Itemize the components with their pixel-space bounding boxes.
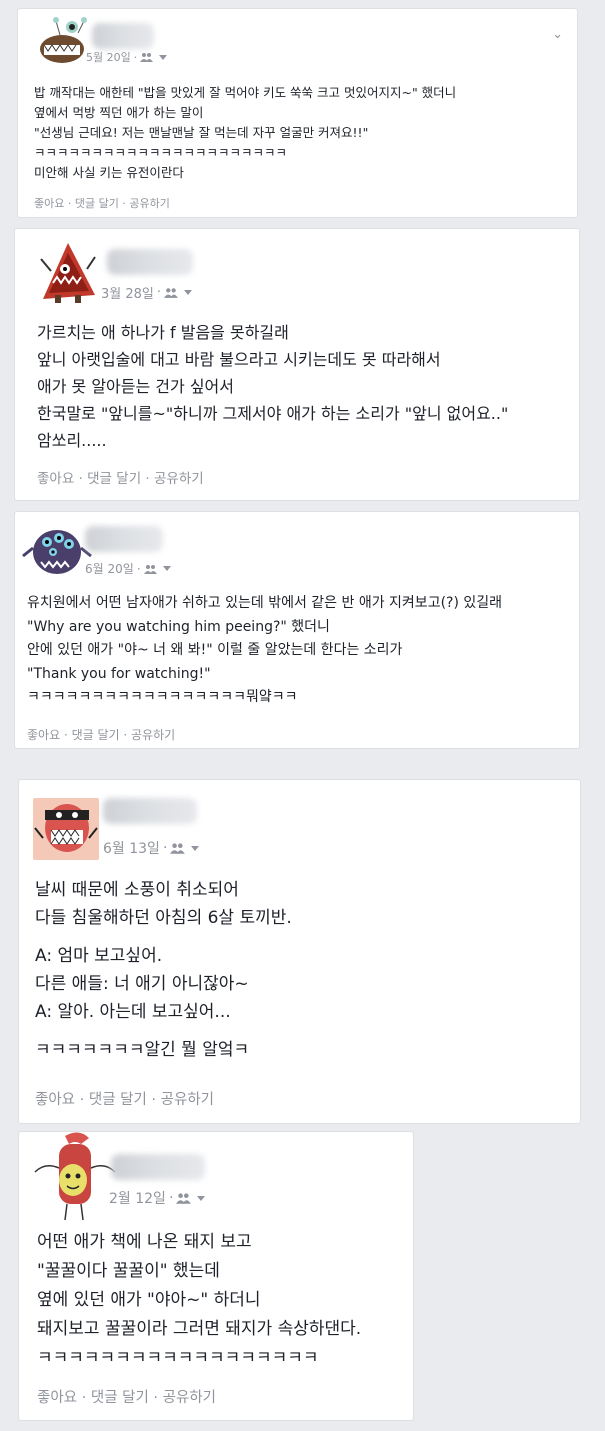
post-text-line: 안에 있던 애가 "야~ 너 왜 봐!" 이럴 줄 알았는데 한다는 소리가	[27, 642, 403, 658]
post-meta: 5월 20일 ·	[86, 49, 168, 65]
author-name[interactable]	[107, 249, 193, 275]
post-text-line: ㅋㅋㅋㅋㅋㅋㅋㅋㅋㅋㅋㅋㅋㅋㅋㅋㅋㅋㅋㅋㅋㅋ	[34, 145, 288, 160]
author-name[interactable]	[103, 798, 197, 824]
like-link[interactable]: 좋아요	[27, 728, 60, 742]
post-text-line: 한국말로 "앞니를~"하니까 그제서야 애가 하는 소리가 "앞니 없어요.."	[37, 404, 509, 423]
post-body: 가르치는 애 하나가 f 발음을 못하길래 앞니 아랫입술에 대고 바람 불으라…	[37, 319, 579, 454]
post-text-line: 어떤 애가 책에 나온 돼지 보고	[37, 1232, 252, 1252]
post-text-line: 옆에서 먹방 찍던 애가 하는 말이	[34, 105, 204, 120]
post-card: ⌄ 5월 20일 · 밥 깨작대는 애한테 "밥을 맛있게 잘 먹어야 키도 쑥…	[17, 8, 578, 218]
comment-link[interactable]: 댓글 달기	[89, 1092, 147, 1108]
post-text-line: 날씨 때문에 소풍이 취소되어	[35, 880, 239, 900]
comment-link[interactable]: 댓글 달기	[72, 728, 120, 742]
post-text-line: "Why are you watching him peeing?" 했더니	[27, 618, 330, 635]
post-text-line: A: 엄마 보고싶어.	[35, 946, 163, 966]
post-actions: 좋아요 · 댓글 달기 · 공유하기	[27, 728, 176, 742]
comment-link[interactable]: 댓글 달기	[75, 197, 119, 210]
post-text-gap	[35, 1026, 580, 1036]
monster-avatar-icon[interactable]	[33, 798, 99, 860]
post-text-line: "Thank you for watching!"	[27, 665, 211, 682]
post-body: 어떤 애가 책에 나온 돼지 보고 "꿀꿀이다 꿀꿀이" 했는데 옆에 있던 애…	[37, 1228, 413, 1373]
share-link[interactable]: 공유하기	[129, 197, 169, 210]
like-link[interactable]: 좋아요	[37, 471, 74, 487]
post-meta: 3월 28일 ·	[101, 283, 193, 302]
friends-icon[interactable]	[170, 842, 186, 854]
post-body: 유치원에서 어떤 남자애가 쉬하고 있는데 밖에서 같은 반 애가 지켜보고(?…	[27, 592, 579, 710]
post-text-line: ㅋㅋㅋㅋㅋㅋㅋㅋㅋㅋㅋㅋㅋㅋㅋㅋㅋ뭐얔ㅋㅋ	[27, 689, 298, 705]
post-meta: 2월 12일 ·	[109, 1188, 206, 1208]
post-body: 밥 깨작대는 애한테 "밥을 맛있게 잘 먹어야 키도 쑥쑥 크고 멋있어지지~…	[34, 83, 577, 183]
post-meta: 6월 13일 ·	[103, 838, 200, 858]
post-text-line: A: 알아. 아는데 보고싶어...	[35, 1002, 231, 1022]
chevron-down-icon[interactable]: ⌄	[552, 27, 563, 42]
share-link[interactable]: 공유하기	[131, 728, 175, 742]
caret-down-icon[interactable]	[191, 845, 200, 851]
post-card: 2월 12일 · 어떤 애가 책에 나온 돼지 보고 "꿀꿀이다 꿀꿀이" 했는…	[18, 1131, 414, 1421]
friends-icon[interactable]	[176, 1192, 192, 1204]
author-name[interactable]	[111, 1154, 205, 1180]
post-date[interactable]: 6월 13일	[103, 838, 160, 858]
post-actions: 좋아요 · 댓글 달기 · 공유하기	[37, 471, 204, 487]
post-meta: 6월 20일 ·	[85, 560, 171, 577]
post-text-line: 돼지보고 꿀꿀이라 그러면 돼지가 속상하댄다.	[37, 1319, 362, 1339]
friends-icon[interactable]	[164, 287, 179, 298]
caret-down-icon[interactable]	[159, 54, 168, 60]
monster-avatar-icon[interactable]	[19, 518, 93, 582]
monster-avatar-icon[interactable]	[35, 239, 101, 305]
post-text-line: ㅋㅋㅋㅋㅋㅋㅋㅋㅋㅋㅋㅋㅋㅋㅋㅋㅋㅋ	[37, 1348, 319, 1368]
post-text-line: 다들 침울해하던 아침의 6살 토끼반.	[35, 908, 292, 928]
like-link[interactable]: 좋아요	[35, 1092, 75, 1108]
share-link[interactable]: 공유하기	[161, 1092, 214, 1108]
post-text-line: 밥 깨작대는 애한테 "밥을 맛있게 잘 먹어야 키도 쑥쑥 크고 멋있어지지~…	[34, 85, 457, 100]
post-date[interactable]: 6월 20일	[85, 560, 134, 577]
share-link[interactable]: 공유하기	[163, 1390, 216, 1406]
caret-down-icon[interactable]	[197, 1195, 206, 1201]
post-text-line: "선생님 근데요! 저는 맨날맨날 잘 먹는데 자꾸 얼굴만 커져요!!"	[34, 125, 369, 140]
post-date[interactable]: 3월 28일	[101, 283, 154, 302]
comment-link[interactable]: 댓글 달기	[87, 471, 141, 487]
caret-down-icon[interactable]	[184, 290, 193, 295]
post-date[interactable]: 2월 12일	[109, 1188, 166, 1208]
monster-avatar-icon[interactable]	[29, 1132, 117, 1228]
share-link[interactable]: 공유하기	[154, 471, 204, 487]
post-date[interactable]: 5월 20일	[86, 49, 131, 65]
post-text-line: 앞니 아랫입술에 대고 바람 불으라고 시키는데도 못 따라해서	[37, 350, 441, 369]
post-text-line: 가르치는 애 하나가 f 발음을 못하길래	[37, 323, 289, 342]
post-actions: 좋아요 · 댓글 달기 · 공유하기	[37, 1390, 217, 1406]
post-text-line: 옆에 있던 애가 "야아~" 하더니	[37, 1290, 261, 1310]
post-text-gap	[35, 932, 580, 942]
author-name[interactable]	[92, 23, 154, 49]
author-name[interactable]	[85, 526, 163, 552]
post-card: 6월 20일 · 유치원에서 어떤 남자애가 쉬하고 있는데 밖에서 같은 반 …	[14, 511, 580, 749]
post-card: 3월 28일 · 가르치는 애 하나가 f 발음을 못하길래 앞니 아랫입술에 …	[14, 228, 580, 501]
monster-avatar-icon[interactable]	[32, 15, 90, 73]
post-text-line: 다른 애들: 너 애기 아니잖아~	[35, 974, 249, 994]
post-text-line: 미안해 사실 키는 유전이란다	[34, 165, 184, 180]
post-body: 날씨 때문에 소풍이 취소되어 다들 침울해하던 아침의 6살 토끼반. A: …	[35, 876, 580, 1064]
like-link[interactable]: 좋아요	[34, 197, 64, 210]
post-text-line: 유치원에서 어떤 남자애가 쉬하고 있는데 밖에서 같은 반 애가 지켜보고(?…	[27, 595, 503, 611]
like-link[interactable]: 좋아요	[37, 1390, 77, 1406]
post-text-line: 암쏘리.....	[37, 431, 107, 450]
caret-down-icon[interactable]	[162, 566, 171, 571]
friends-icon[interactable]	[143, 564, 158, 574]
friends-icon[interactable]	[140, 52, 154, 62]
post-actions: 좋아요 · 댓글 달기 · 공유하기	[35, 1092, 215, 1108]
post-text-line: ㅋㅋㅋㅋㅋㅋㅋ알긴 뭘 알엌ㅋ	[35, 1040, 250, 1060]
post-card: 6월 13일 · 날씨 때문에 소풍이 취소되어 다들 침울해하던 아침의 6살…	[18, 779, 581, 1124]
comment-link[interactable]: 댓글 달기	[91, 1390, 149, 1406]
post-actions: 좋아요 · 댓글 달기 · 공유하기	[34, 197, 170, 210]
post-text-line: "꿀꿀이다 꿀꿀이" 했는데	[37, 1261, 220, 1281]
post-text-line: 애가 못 알아듣는 건가 싶어서	[37, 377, 234, 396]
